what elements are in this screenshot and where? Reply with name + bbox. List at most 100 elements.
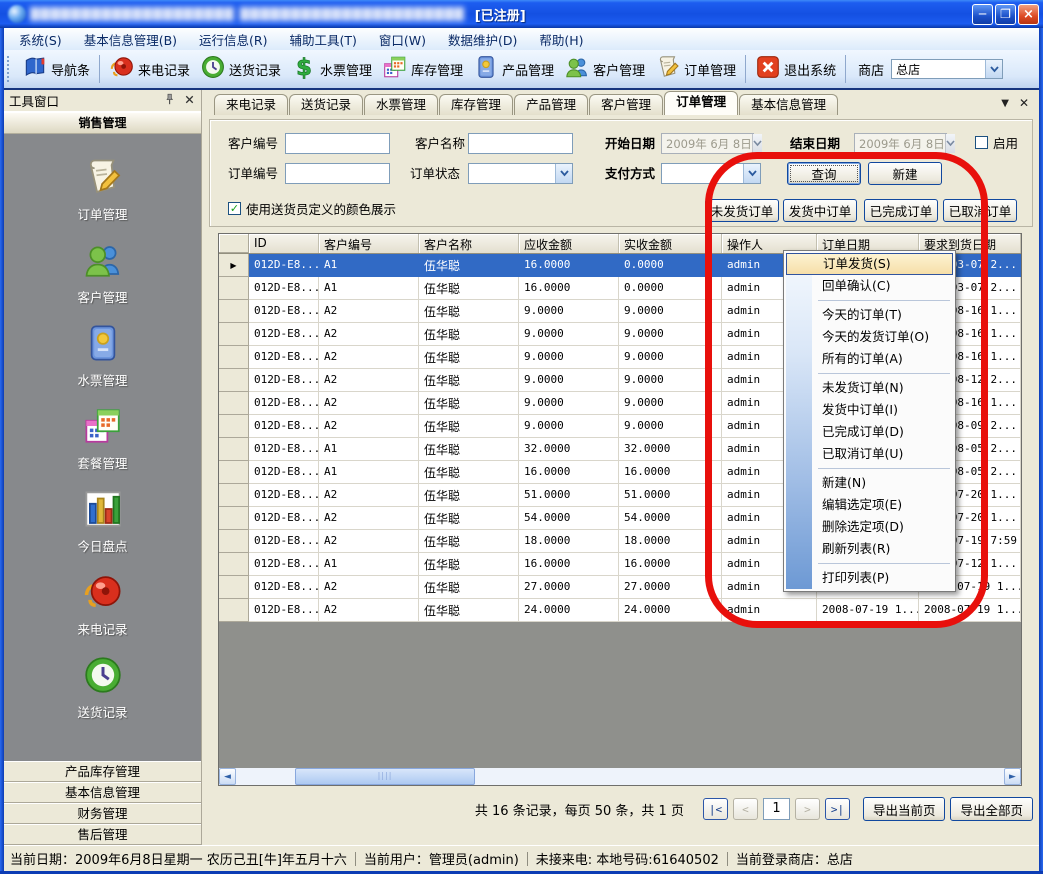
export-all-pages-button[interactable]: 导出全部页: [950, 797, 1033, 821]
menu-item[interactable]: 窗口(W): [368, 27, 437, 52]
start-date-picker[interactable]: 2009年 6月 8日: [661, 133, 754, 154]
first-page-button[interactable]: |<: [703, 798, 728, 820]
menu-item[interactable]: 数据维护(D): [437, 27, 528, 52]
maximize-button[interactable]: ❐: [995, 4, 1016, 25]
toolbar-button-5[interactable]: 产品管理: [468, 52, 559, 86]
tab-6[interactable]: 订单管理: [664, 91, 738, 115]
chevron-down-icon[interactable]: [945, 134, 955, 153]
context-menu-item-14[interactable]: 删除选定项(D): [786, 516, 953, 538]
toolbar-button-3[interactable]: $水票管理: [286, 52, 377, 86]
courier-color-checkbox[interactable]: ✓: [228, 202, 241, 215]
context-menu-item-5[interactable]: 所有的订单(A): [786, 348, 953, 370]
grid-header-3[interactable]: 应收金额: [519, 234, 619, 253]
toolbar-button-7[interactable]: 订单管理: [650, 52, 741, 86]
order-status-filter-button-0[interactable]: 未发货订单: [705, 199, 779, 222]
grid-row-15[interactable]: 012D-E8...A2伍华聪24.000024.0000admin2008-0…: [219, 599, 1021, 622]
close-button[interactable]: ×: [1018, 4, 1039, 25]
toolbar-button-6[interactable]: 客户管理: [559, 52, 650, 86]
menu-item[interactable]: 基本信息管理(B): [73, 27, 188, 52]
toolbar-button-2[interactable]: 送货记录: [195, 52, 286, 86]
row-selector-cell[interactable]: [219, 323, 249, 346]
toolbar-button-1[interactable]: 来电记录: [104, 52, 195, 86]
sidebar-group-3[interactable]: 售后管理: [4, 824, 201, 845]
sidebar-item-5[interactable]: 来电记录: [4, 563, 201, 646]
scroll-left-icon[interactable]: ◄: [219, 768, 236, 785]
chevron-down-icon[interactable]: [985, 60, 1002, 78]
row-selected-marker[interactable]: ▶: [219, 254, 249, 277]
scroll-right-icon[interactable]: ►: [1004, 768, 1021, 785]
context-menu-item-8[interactable]: 发货中订单(I): [786, 399, 953, 421]
context-menu-item-7[interactable]: 未发货订单(N): [786, 377, 953, 399]
context-menu-item-13[interactable]: 编辑选定项(E): [786, 494, 953, 516]
sidebar-item-6[interactable]: 送货记录: [4, 646, 201, 729]
enable-checkbox[interactable]: [975, 136, 988, 149]
toolbar-button-0[interactable]: 导航条: [17, 52, 95, 86]
shop-select[interactable]: 总店: [891, 59, 1003, 79]
context-menu-item-3[interactable]: 今天的订单(T): [786, 304, 953, 326]
grid-header-4[interactable]: 实收金额: [619, 234, 722, 253]
last-page-button[interactable]: >|: [825, 798, 850, 820]
order-status-filter-button-1[interactable]: 发货中订单: [783, 199, 857, 222]
context-menu-item-10[interactable]: 已取消订单(U): [786, 443, 953, 465]
context-menu-item-9[interactable]: 已完成订单(D): [786, 421, 953, 443]
row-selector-cell[interactable]: [219, 277, 249, 300]
sidebar-item-3[interactable]: 套餐管理: [4, 397, 201, 480]
row-selector-cell[interactable]: [219, 392, 249, 415]
sidebar-group-1[interactable]: 基本信息管理: [4, 782, 201, 803]
minimize-button[interactable]: ─: [972, 4, 993, 25]
pay-method-select[interactable]: [661, 163, 761, 184]
sidebar-item-0[interactable]: 订单管理: [4, 148, 201, 231]
new-button[interactable]: 新建: [868, 162, 942, 185]
grid-header-0[interactable]: ID: [249, 234, 319, 253]
tab-1[interactable]: 送货记录: [289, 94, 363, 115]
context-menu-item-17[interactable]: 打印列表(P): [786, 567, 953, 589]
export-current-page-button[interactable]: 导出当前页: [863, 797, 946, 821]
horizontal-scrollbar[interactable]: ◄ ►: [219, 768, 1021, 785]
toolbar-grip[interactable]: [7, 56, 12, 82]
row-selector-cell[interactable]: [219, 461, 249, 484]
row-selector-cell[interactable]: [219, 576, 249, 599]
menu-item[interactable]: 帮助(H): [528, 27, 594, 52]
tab-7[interactable]: 基本信息管理: [739, 94, 838, 115]
page-number-input[interactable]: 1: [763, 798, 790, 820]
row-selector-cell[interactable]: [219, 438, 249, 461]
row-selector-cell[interactable]: [219, 369, 249, 392]
tab-list-dropdown-icon[interactable]: ▼: [1001, 98, 1009, 109]
order-status-filter-button-3[interactable]: 已取消订单: [943, 199, 1017, 222]
tab-4[interactable]: 产品管理: [514, 94, 588, 115]
sidebar-item-4[interactable]: 今日盘点: [4, 480, 201, 563]
context-menu-item-15[interactable]: 刷新列表(R): [786, 538, 953, 560]
context-menu-item-1[interactable]: 回单确认(C): [786, 275, 953, 297]
scroll-thumb[interactable]: [295, 768, 475, 785]
end-date-picker[interactable]: 2009年 6月 8日: [854, 133, 947, 154]
sidebar-section-sales[interactable]: 销售管理: [4, 112, 201, 134]
order-status-filter-button-2[interactable]: 已完成订单: [864, 199, 938, 222]
sidebar-group-2[interactable]: 财务管理: [4, 803, 201, 824]
chevron-down-icon[interactable]: [752, 134, 762, 153]
toolbar-button-4[interactable]: 库存管理: [377, 52, 468, 86]
customer-no-input[interactable]: [285, 133, 390, 154]
sidebar-item-2[interactable]: 水票管理: [4, 314, 201, 397]
query-button[interactable]: 查询: [787, 162, 861, 185]
toolbar-button-8[interactable]: 退出系统: [750, 52, 841, 86]
prev-page-button[interactable]: <: [733, 798, 758, 820]
row-selector-cell[interactable]: [219, 300, 249, 323]
chevron-down-icon[interactable]: [743, 164, 760, 183]
context-menu-item-4[interactable]: 今天的发货订单(O): [786, 326, 953, 348]
menu-item[interactable]: 系统(S): [8, 27, 73, 52]
pin-icon[interactable]: [162, 92, 177, 110]
grid-header-1[interactable]: 客户编号: [319, 234, 419, 253]
row-selector-cell[interactable]: [219, 530, 249, 553]
tab-5[interactable]: 客户管理: [589, 94, 663, 115]
customer-name-input[interactable]: [468, 133, 573, 154]
chevron-down-icon[interactable]: [555, 164, 572, 183]
row-selector-cell[interactable]: [219, 415, 249, 438]
sidebar-group-0[interactable]: 产品库存管理: [4, 761, 201, 782]
row-selector-cell[interactable]: [219, 599, 249, 622]
order-no-input[interactable]: [285, 163, 390, 184]
row-selector-cell[interactable]: [219, 507, 249, 530]
sidebar-item-1[interactable]: 客户管理: [4, 231, 201, 314]
menu-item[interactable]: 运行信息(R): [188, 27, 278, 52]
tab-2[interactable]: 水票管理: [364, 94, 438, 115]
grid-header-2[interactable]: 客户名称: [419, 234, 519, 253]
